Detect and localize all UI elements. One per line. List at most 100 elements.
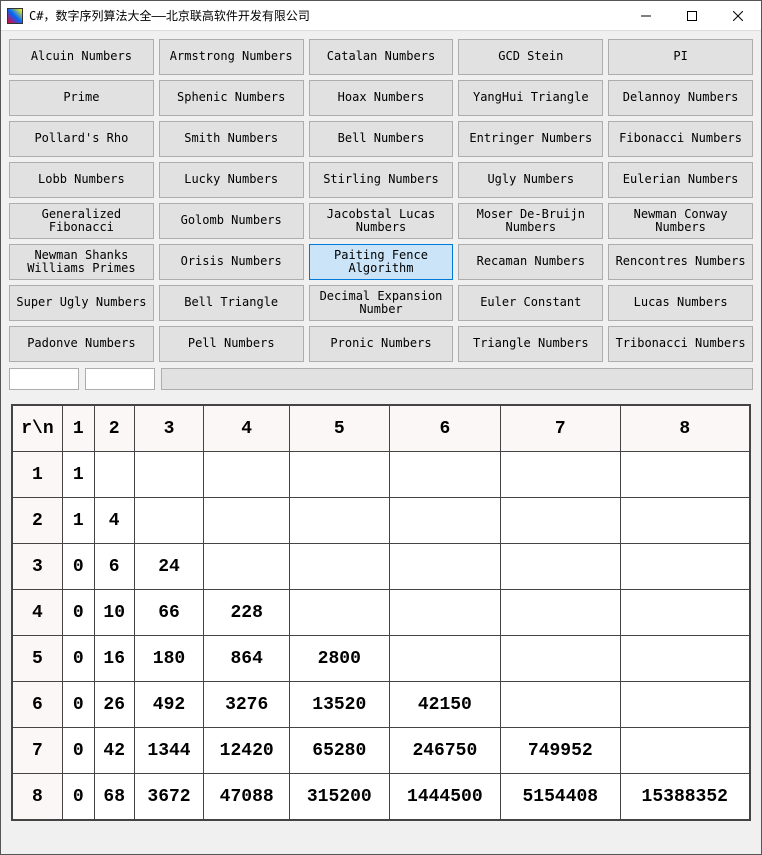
table-corner-cell: r\n <box>13 406 63 452</box>
table-cell <box>134 452 204 498</box>
table-cell <box>620 590 749 636</box>
algorithm-button[interactable]: Paiting Fence Algorithm <box>309 244 454 280</box>
table-cell: 0 <box>62 682 94 728</box>
maximize-button[interactable] <box>669 1 715 30</box>
algorithm-button[interactable]: Recaman Numbers <box>458 244 603 280</box>
algorithm-button[interactable]: Fibonacci Numbers <box>608 121 753 157</box>
algorithm-button[interactable]: Decimal Expansion Number <box>309 285 454 321</box>
table-cell <box>620 682 749 728</box>
algorithm-button[interactable]: Super Ugly Numbers <box>9 285 154 321</box>
table-cell: 5154408 <box>501 774 620 820</box>
algorithm-button[interactable]: Ugly Numbers <box>458 162 603 198</box>
table-cell: 68 <box>94 774 134 820</box>
algorithm-button[interactable]: Pollard's Rho <box>9 121 154 157</box>
table-col-header: 8 <box>620 406 749 452</box>
algorithm-button-grid: Alcuin NumbersArmstrong NumbersCatalan N… <box>1 31 761 366</box>
table-cell: 1 <box>62 498 94 544</box>
algorithm-button[interactable]: Catalan Numbers <box>309 39 454 75</box>
algorithm-button[interactable]: Triangle Numbers <box>458 326 603 362</box>
algorithm-button[interactable]: Eulerian Numbers <box>608 162 753 198</box>
table-row-header: 3 <box>13 544 63 590</box>
table-cell: 749952 <box>501 728 620 774</box>
table-cell <box>389 498 501 544</box>
algorithm-button[interactable]: Bell Numbers <box>309 121 454 157</box>
table-col-header: 7 <box>501 406 620 452</box>
algorithm-button[interactable]: Alcuin Numbers <box>9 39 154 75</box>
input-b[interactable] <box>85 368 155 390</box>
algorithm-button[interactable]: Armstrong Numbers <box>159 39 304 75</box>
table-cell <box>501 636 620 682</box>
algorithm-button[interactable]: YangHui Triangle <box>458 80 603 116</box>
algorithm-button[interactable]: Lucky Numbers <box>159 162 304 198</box>
table-cell: 16 <box>94 636 134 682</box>
algorithm-button[interactable]: Entringer Numbers <box>458 121 603 157</box>
table-row: 8068367247088315200144450051544081538835… <box>13 774 750 820</box>
algorithm-button[interactable]: Newman Shanks Williams Primes <box>9 244 154 280</box>
algorithm-button[interactable]: Prime <box>9 80 154 116</box>
algorithm-button[interactable]: Euler Constant <box>458 285 603 321</box>
algorithm-button[interactable]: Rencontres Numbers <box>608 244 753 280</box>
app-icon <box>7 8 23 24</box>
algorithm-button[interactable]: Pronic Numbers <box>309 326 454 362</box>
algorithm-button[interactable]: Golomb Numbers <box>159 203 304 239</box>
table-row: 11 <box>13 452 750 498</box>
algorithm-button[interactable]: GCD Stein <box>458 39 603 75</box>
table-cell <box>204 544 290 590</box>
table-cell <box>290 498 390 544</box>
table-cell: 13520 <box>290 682 390 728</box>
table-row-header: 6 <box>13 682 63 728</box>
table-cell <box>94 452 134 498</box>
table-cell: 12420 <box>204 728 290 774</box>
algorithm-button[interactable]: Newman Conway Numbers <box>608 203 753 239</box>
table-cell: 42 <box>94 728 134 774</box>
minimize-icon <box>641 11 651 21</box>
table-cell: 492 <box>134 682 204 728</box>
table-header-row: r\n12345678 <box>13 406 750 452</box>
table-cell: 6 <box>94 544 134 590</box>
table-cell: 15388352 <box>620 774 749 820</box>
algorithm-button[interactable]: Delannoy Numbers <box>608 80 753 116</box>
table-cell: 2800 <box>290 636 390 682</box>
table-cell <box>389 636 501 682</box>
algorithm-button[interactable]: Pell Numbers <box>159 326 304 362</box>
table-row-header: 1 <box>13 452 63 498</box>
table-cell: 0 <box>62 728 94 774</box>
table-cell: 66 <box>134 590 204 636</box>
algorithm-button[interactable]: Lucas Numbers <box>608 285 753 321</box>
table-row: 214 <box>13 498 750 544</box>
table-cell <box>620 498 749 544</box>
algorithm-button[interactable]: Hoax Numbers <box>309 80 454 116</box>
table-cell: 0 <box>62 590 94 636</box>
table-cell: 26 <box>94 682 134 728</box>
table-cell: 1 <box>62 452 94 498</box>
algorithm-button[interactable]: Smith Numbers <box>159 121 304 157</box>
algorithm-button[interactable]: Tribonacci Numbers <box>608 326 753 362</box>
algorithm-button[interactable]: Stirling Numbers <box>309 162 454 198</box>
table-row: 602649232761352042150 <box>13 682 750 728</box>
table-cell <box>501 544 620 590</box>
algorithm-button[interactable]: Padonve Numbers <box>9 326 154 362</box>
table-col-header: 2 <box>94 406 134 452</box>
minimize-button[interactable] <box>623 1 669 30</box>
table-cell: 0 <box>62 636 94 682</box>
algorithm-button[interactable]: Moser De-Bruijn Numbers <box>458 203 603 239</box>
table-cell <box>501 590 620 636</box>
table-cell <box>620 544 749 590</box>
table-body: 1121430624401066228501618086428006026492… <box>13 452 750 820</box>
algorithm-button[interactable]: Jacobstal Lucas Numbers <box>309 203 454 239</box>
close-button[interactable] <box>715 1 761 30</box>
table-cell <box>134 498 204 544</box>
algorithm-button[interactable]: Sphenic Numbers <box>159 80 304 116</box>
app-window: C#，数字序列算法大全——北京联高软件开发有限公司 Alcuin Numbers… <box>0 0 762 855</box>
algorithm-button[interactable]: Generalized Fibonacci <box>9 203 154 239</box>
table-col-header: 1 <box>62 406 94 452</box>
input-a[interactable] <box>9 368 79 390</box>
algorithm-button[interactable]: Orisis Numbers <box>159 244 304 280</box>
algorithm-button[interactable]: Bell Triangle <box>159 285 304 321</box>
input-row <box>1 366 761 398</box>
table-cell: 864 <box>204 636 290 682</box>
algorithm-button[interactable]: Lobb Numbers <box>9 162 154 198</box>
run-button[interactable] <box>161 368 753 390</box>
algorithm-button[interactable]: PI <box>608 39 753 75</box>
table-cell <box>389 544 501 590</box>
